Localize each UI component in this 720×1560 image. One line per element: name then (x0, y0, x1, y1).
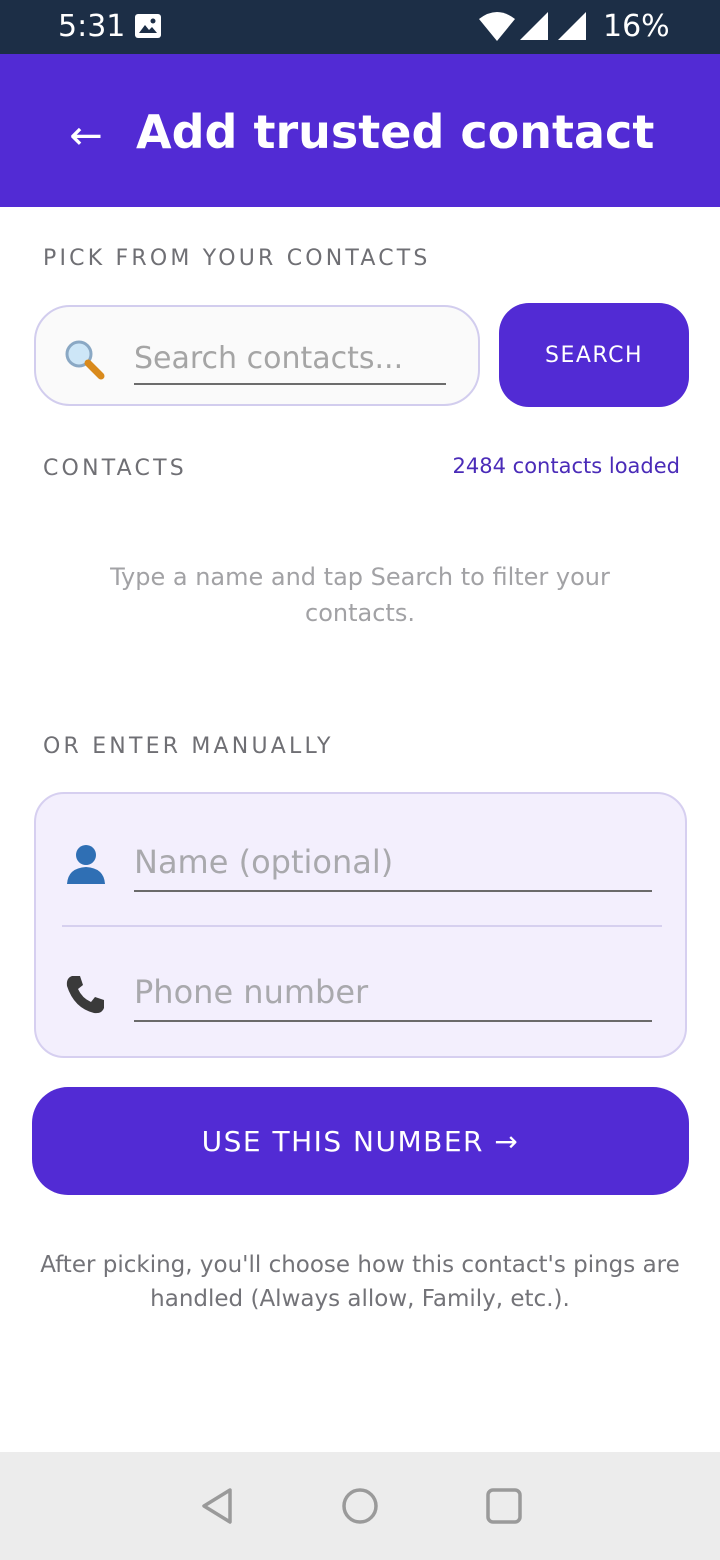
section-label-pick: PICK FROM YOUR CONTACTS (43, 246, 431, 271)
signal-icon (520, 12, 548, 40)
manual-entry-card (34, 792, 687, 1058)
wifi-icon (479, 12, 515, 41)
nav-recents-icon[interactable] (482, 1484, 526, 1528)
nav-back-icon[interactable] (196, 1484, 240, 1528)
person-icon (67, 845, 105, 884)
status-time: 5:31 (58, 9, 126, 44)
name-input[interactable] (134, 834, 652, 892)
search-input[interactable] (134, 333, 446, 385)
system-nav-bar (0, 1452, 720, 1560)
search-box (34, 305, 480, 406)
use-this-number-button[interactable]: USE THIS NUMBER → (32, 1087, 689, 1195)
status-bar: 5:31 16% (0, 0, 720, 54)
phone-number-input[interactable] (134, 964, 652, 1022)
section-label-contacts: CONTACTS (43, 456, 187, 481)
contacts-count: 2484 contacts loaded (452, 454, 680, 478)
empty-hint: Type a name and tap Search to filter you… (110, 563, 610, 627)
nav-home-icon[interactable] (338, 1484, 382, 1528)
app-bar: ← Add trusted contact (0, 54, 720, 207)
phone-icon (66, 976, 104, 1014)
gallery-icon (135, 14, 161, 38)
battery-percentage: 16% (603, 9, 670, 44)
signal-icon (558, 12, 586, 40)
search-button[interactable]: SEARCH (499, 303, 689, 407)
back-arrow-icon[interactable]: ← (62, 114, 110, 162)
section-label-manual: OR ENTER MANUALLY (43, 734, 334, 759)
footer-note: After picking, you'll choose how this co… (40, 1252, 680, 1312)
page-title: Add trusted contact (136, 105, 655, 159)
card-divider (62, 925, 662, 927)
search-icon (65, 340, 105, 380)
